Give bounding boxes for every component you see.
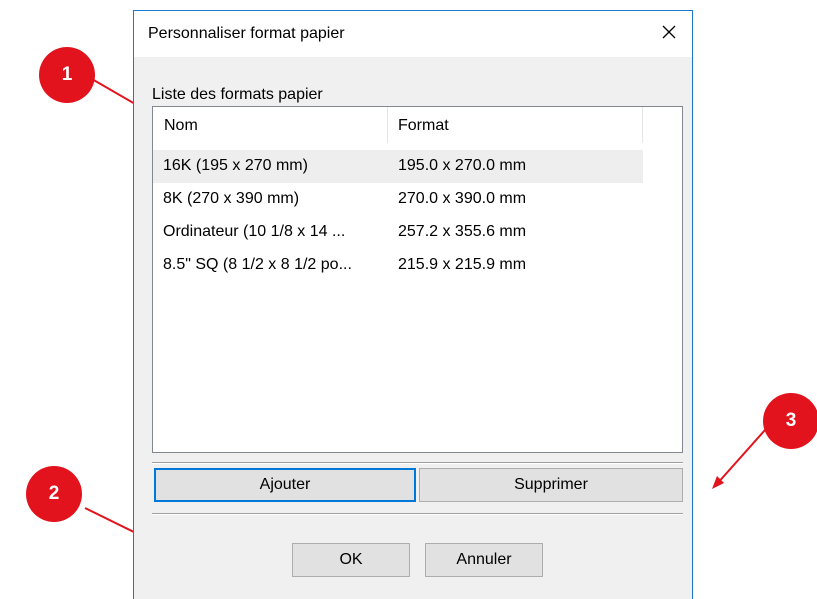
row-name: Ordinateur (10 1/8 x 14 ... xyxy=(163,223,346,240)
paper-format-list[interactable]: Nom Format 16K (195 x 270 mm) 195.0 x 27… xyxy=(152,106,683,453)
list-row[interactable]: 8.5" SQ (8 1/2 x 8 1/2 po... 215.9 x 215… xyxy=(153,249,643,282)
callout-arrow-3 xyxy=(715,429,766,486)
row-format: 270.0 x 390.0 mm xyxy=(398,190,527,207)
list-row[interactable]: 8K (270 x 390 mm) 270.0 x 390.0 mm xyxy=(153,183,643,216)
list-header: Nom Format xyxy=(153,107,643,144)
list-row[interactable]: 16K (195 x 270 mm) 195.0 x 270.0 mm xyxy=(153,150,643,183)
list-row[interactable]: Ordinateur (10 1/8 x 14 ... 257.2 x 355.… xyxy=(153,216,643,249)
column-header-format[interactable]: Format xyxy=(398,117,449,135)
row-format: 215.9 x 215.9 mm xyxy=(398,256,527,273)
ok-button[interactable]: OK xyxy=(292,543,410,577)
column-divider[interactable] xyxy=(387,107,388,143)
callout-badge-3: 3 xyxy=(763,393,817,449)
row-format: 257.2 x 355.6 mm xyxy=(398,223,527,240)
row-name: 8K (270 x 390 mm) xyxy=(163,190,300,207)
column-header-name[interactable]: Nom xyxy=(164,117,198,135)
separator-top xyxy=(152,462,683,464)
close-button[interactable] xyxy=(646,11,692,57)
cancel-button[interactable]: Annuler xyxy=(425,543,543,577)
delete-button[interactable]: Supprimer xyxy=(419,468,683,502)
callout-badge-1: 1 xyxy=(39,47,95,103)
separator-bottom xyxy=(152,513,683,515)
paper-format-dialog: Personnaliser format papier Liste des fo… xyxy=(133,10,693,599)
column-divider[interactable] xyxy=(642,107,643,143)
row-name: 16K (195 x 270 mm) xyxy=(163,157,308,174)
callout-badge-2: 2 xyxy=(26,466,82,522)
title-bar: Personnaliser format papier xyxy=(134,11,692,57)
dialog-title: Personnaliser format papier xyxy=(148,25,345,42)
close-icon xyxy=(662,25,676,44)
paper-list-label: Liste des formats papier xyxy=(152,86,323,103)
add-button[interactable]: Ajouter xyxy=(154,468,416,502)
row-name: 8.5" SQ (8 1/2 x 8 1/2 po... xyxy=(163,256,352,273)
row-format: 195.0 x 270.0 mm xyxy=(398,157,527,174)
